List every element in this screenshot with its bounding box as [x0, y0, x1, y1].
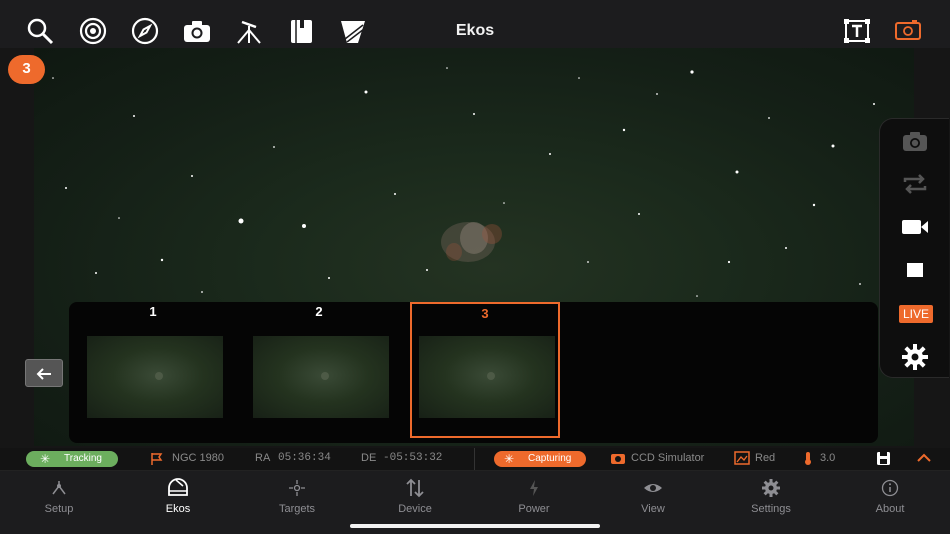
- ekos-icon: [168, 478, 188, 496]
- tab-label: Power: [518, 503, 550, 515]
- status-bar: ✳ Tracking NGC 1980 RA 05:36:34 DE -05:5…: [0, 448, 950, 470]
- video-icon[interactable]: [901, 213, 929, 241]
- filter-name: Red: [755, 452, 776, 464]
- top-toolbar: Ekos: [0, 0, 950, 48]
- stop-icon[interactable]: [901, 256, 929, 284]
- frame-icon[interactable]: [893, 16, 923, 46]
- thumbnail-item-selected[interactable]: 3: [410, 302, 560, 438]
- capturing-label: Capturing: [528, 453, 572, 464]
- tab-label: Targets: [278, 503, 316, 515]
- tracking-badge[interactable]: ✳ Tracking: [26, 451, 118, 467]
- tab-label: About: [875, 503, 905, 515]
- about-icon: [881, 479, 899, 497]
- tab-power[interactable]: Power: [489, 477, 579, 515]
- camera-name: CCD Simulator: [631, 452, 705, 464]
- thumbnail-image: [419, 336, 555, 418]
- back-arrow-icon[interactable]: [25, 359, 63, 387]
- de-value: -05:53:32: [383, 452, 443, 464]
- setup-icon: [52, 481, 66, 495]
- thumbnail-image: [253, 336, 389, 418]
- camera-icon[interactable]: [182, 16, 212, 46]
- catalog-icon[interactable]: [286, 16, 316, 46]
- settings-gear-icon: [762, 479, 780, 497]
- tab-view[interactable]: View: [608, 477, 698, 515]
- settings-icon[interactable]: [901, 343, 929, 371]
- status-divider: [474, 448, 475, 470]
- thumbnail-image: [87, 336, 223, 418]
- tab-label: Device: [398, 503, 432, 515]
- ra-label: RA: [255, 452, 271, 464]
- thumbnail-number: 1: [149, 304, 157, 319]
- tab-setup[interactable]: Setup: [14, 477, 104, 515]
- tab-label: View: [641, 503, 665, 515]
- tab-label: Setup: [44, 503, 74, 515]
- filter-image-icon: [734, 451, 750, 468]
- live-badge[interactable]: LIVE: [899, 305, 933, 323]
- device-icon: [406, 478, 424, 498]
- thumbnail-item[interactable]: 1: [78, 302, 228, 438]
- target-name: NGC 1980: [172, 452, 224, 464]
- expand-up-icon[interactable]: [916, 451, 932, 468]
- tab-settings[interactable]: Settings: [726, 477, 816, 515]
- tab-ekos[interactable]: Ekos: [133, 477, 223, 515]
- capture-camera-icon[interactable]: [901, 127, 929, 155]
- tab-targets[interactable]: Targets: [252, 477, 342, 515]
- view-icon: [644, 484, 662, 492]
- thumbnail-strip: 1 2 3: [69, 302, 878, 443]
- de-label: DE: [361, 452, 377, 464]
- capture-count-badge: 3: [8, 55, 45, 84]
- tab-device[interactable]: Device: [370, 477, 460, 515]
- thumbnail-number: 3: [481, 306, 489, 321]
- temperature-value: 3.0: [820, 452, 836, 464]
- home-indicator[interactable]: [350, 524, 600, 528]
- thumbnail-item[interactable]: 2: [244, 302, 394, 438]
- ccd-camera-icon: [610, 451, 626, 468]
- targets-icon: [289, 480, 305, 496]
- filter-icon[interactable]: [338, 16, 368, 46]
- target-flag-icon: [150, 452, 164, 469]
- tripod-icon[interactable]: [234, 16, 264, 46]
- capturing-icon: ✳: [504, 452, 515, 466]
- page-title: Ekos: [455, 22, 495, 39]
- tab-label: Settings: [751, 503, 791, 515]
- thumbnail-number: 2: [315, 304, 323, 319]
- target-icon[interactable]: [78, 16, 108, 46]
- save-icon[interactable]: [876, 451, 891, 469]
- compass-icon[interactable]: [130, 16, 160, 46]
- capturing-badge[interactable]: ✳ Capturing: [494, 451, 586, 467]
- text-frame-icon[interactable]: [842, 16, 872, 46]
- tab-label: Ekos: [165, 503, 191, 515]
- search-icon[interactable]: [25, 16, 55, 46]
- ra-value: 05:36:34: [278, 452, 331, 464]
- capture-control-panel: LIVE: [879, 118, 949, 378]
- thermometer-icon: [803, 451, 813, 468]
- tracking-label: Tracking: [64, 453, 102, 464]
- tab-about[interactable]: About: [845, 477, 935, 515]
- loop-icon[interactable]: [901, 170, 929, 198]
- tracking-icon: ✳: [40, 452, 51, 466]
- power-icon: [530, 480, 538, 496]
